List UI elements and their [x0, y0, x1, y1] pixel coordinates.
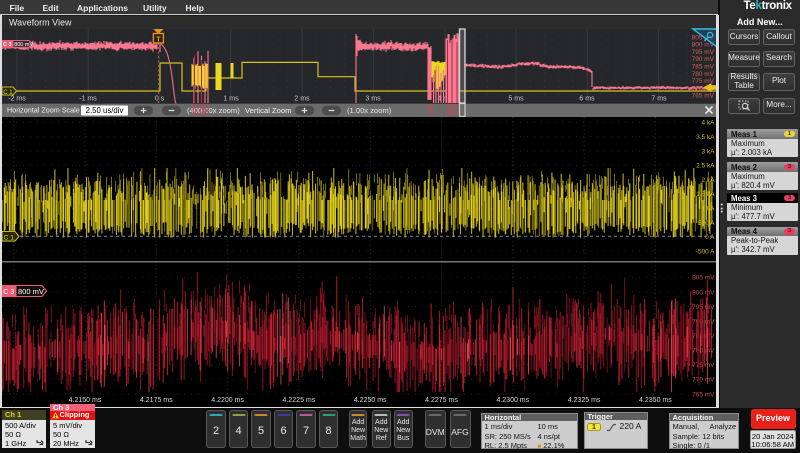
svg-text:2 ms: 2 ms	[294, 96, 310, 103]
svg-text:C 1: C 1	[3, 90, 13, 96]
svg-text:795 mV: 795 mV	[692, 49, 715, 56]
svg-text:(400.00x zoom): (400.00x zoom)	[187, 106, 240, 115]
svg-text:Horizontal Zoom Scale: Horizontal Zoom Scale	[7, 106, 80, 115]
svg-text:4.2225 ms: 4.2225 ms	[283, 397, 316, 404]
svg-text:2.50 us/div: 2.50 us/div	[86, 106, 124, 115]
svg-text:4.2250 ms: 4.2250 ms	[354, 397, 387, 404]
svg-text:4.2300 ms: 4.2300 ms	[496, 397, 529, 404]
svg-text:C 1: C 1	[4, 235, 15, 242]
svg-text:-2 ms: -2 ms	[8, 96, 26, 103]
svg-text:-1 ms: -1 ms	[79, 96, 97, 103]
svg-text:765 mV: 765 mV	[692, 391, 715, 398]
svg-text:800 mV: 800 mV	[692, 289, 715, 296]
svg-text:Vertical Zoom: Vertical Zoom	[245, 106, 291, 115]
svg-text:790 mV: 790 mV	[692, 56, 715, 63]
svg-text:3 kA: 3 kA	[701, 148, 715, 155]
svg-text:4.2350 ms: 4.2350 ms	[639, 397, 672, 404]
svg-text:805 mV: 805 mV	[692, 275, 715, 282]
svg-text:780 mV: 780 mV	[692, 71, 715, 78]
svg-text:3.5 kA: 3.5 kA	[696, 134, 715, 141]
svg-text:765 mV: 765 mV	[692, 93, 715, 100]
svg-text:C 3: C 3	[3, 289, 14, 296]
svg-text:800 mV: 800 mV	[18, 287, 44, 296]
svg-text:1 ms: 1 ms	[223, 96, 239, 103]
svg-text:4.2200 ms: 4.2200 ms	[211, 397, 244, 404]
svg-text:800 mV: 800 mV	[14, 42, 33, 48]
svg-text:2.5 kA: 2.5 kA	[696, 163, 715, 170]
svg-text:0 A: 0 A	[705, 234, 715, 241]
svg-text:Waveform View: Waveform View	[9, 18, 72, 28]
svg-text:-500 A: -500 A	[696, 248, 715, 255]
svg-text:T: T	[156, 34, 161, 43]
svg-text:7 ms: 7 ms	[651, 96, 667, 103]
svg-text:6 ms: 6 ms	[579, 96, 595, 103]
svg-text:(1.00x zoom): (1.00x zoom)	[347, 106, 392, 115]
svg-text:4.2175 ms: 4.2175 ms	[140, 397, 173, 404]
svg-text:4.2275 ms: 4.2275 ms	[425, 397, 458, 404]
svg-text:770 mV: 770 mV	[692, 377, 715, 384]
svg-text:775 mV: 775 mV	[692, 362, 715, 369]
svg-text:5 ms: 5 ms	[508, 96, 524, 103]
svg-text:785 mV: 785 mV	[692, 64, 715, 71]
svg-text:0 s: 0 s	[155, 96, 165, 103]
svg-text:C 3: C 3	[3, 42, 12, 48]
svg-text:4 kA: 4 kA	[701, 120, 715, 127]
svg-text:4.2325 ms: 4.2325 ms	[568, 397, 601, 404]
svg-text:3 ms: 3 ms	[365, 96, 381, 103]
